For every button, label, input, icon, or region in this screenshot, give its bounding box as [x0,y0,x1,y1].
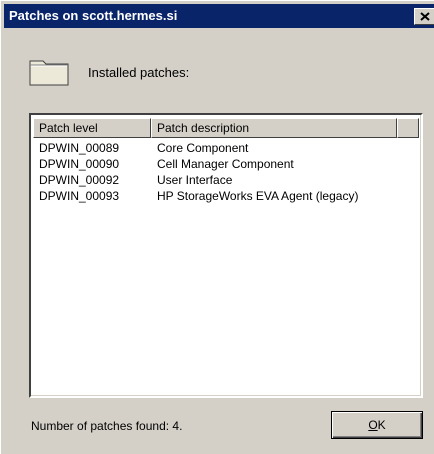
installed-patches-label: Installed patches: [88,65,190,80]
folder-icon [29,60,69,86]
ok-mnemonic: O [368,418,378,432]
patch-level-cell: DPWIN_00093 [39,189,120,203]
table-row[interactable]: DPWIN_00092 User Interface [34,172,418,188]
patches-dialog: Patches on scott.hermes.si Installed pat… [0,0,434,454]
patch-level-cell: DPWIN_00092 [39,173,120,187]
patch-description-cell: Core Component [157,141,249,155]
patch-level-cell: DPWIN_00090 [39,157,120,171]
patch-description-cell: HP StorageWorks EVA Agent (legacy) [157,189,359,203]
ok-label-rest: K [377,418,386,432]
close-button[interactable] [414,8,434,25]
ok-button[interactable]: OK [331,411,423,439]
patch-description-cell: User Interface [157,173,233,187]
patch-description-cell: Cell Manager Component [157,157,294,171]
patch-count-label: Number of patches found: 4. [31,419,183,433]
title-bar[interactable]: Patches on scott.hermes.si [4,4,434,28]
patches-list[interactable]: Patch level Patch description DPWIN_0008… [29,113,423,398]
list-rows: DPWIN_00089 Core Component DPWIN_00090 C… [34,140,418,204]
column-header-patch-description[interactable]: Patch description [151,118,397,138]
table-row[interactable]: DPWIN_00089 Core Component [34,140,418,156]
column-header-patch-level[interactable]: Patch level [33,118,151,138]
close-icon [420,12,430,21]
window-title: Patches on scott.hermes.si [9,8,178,23]
table-row[interactable]: DPWIN_00093 HP StorageWorks EVA Agent (l… [34,188,418,204]
list-header: Patch level Patch description [33,118,419,138]
table-row[interactable]: DPWIN_00090 Cell Manager Component [34,156,418,172]
patch-level-cell: DPWIN_00089 [39,141,120,155]
column-header-filler [397,118,419,138]
